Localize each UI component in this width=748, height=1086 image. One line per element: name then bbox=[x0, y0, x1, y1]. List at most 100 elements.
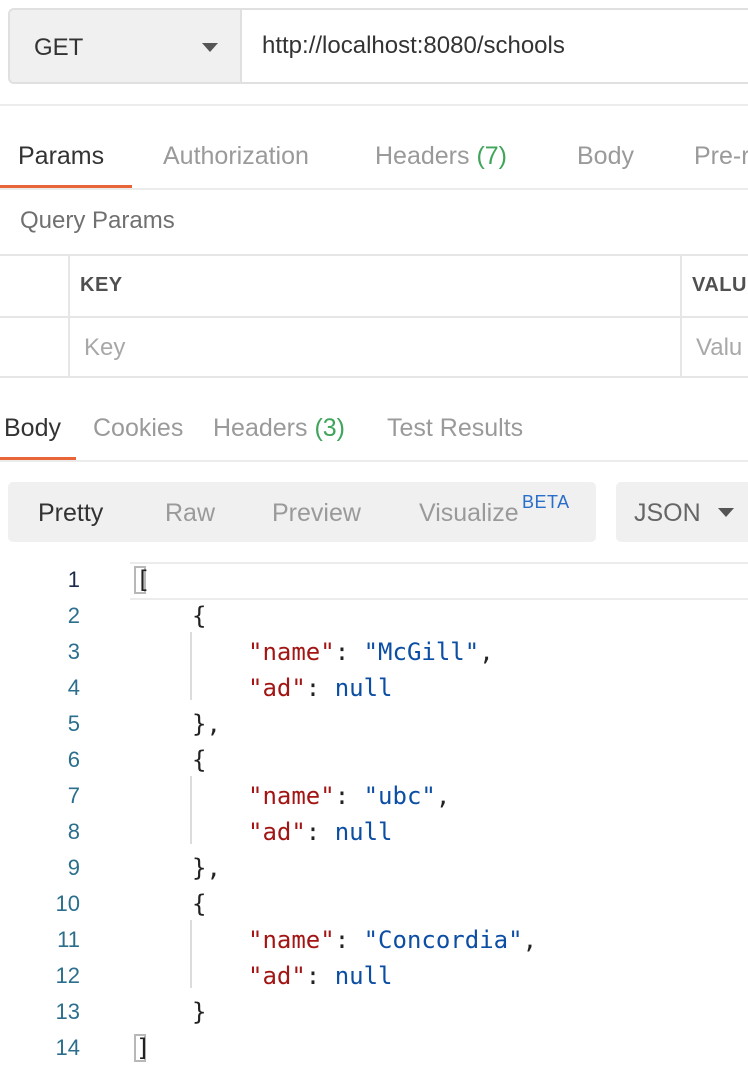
tab-label: Test Results bbox=[387, 414, 524, 442]
view-pretty-button[interactable]: Pretty bbox=[38, 482, 103, 542]
line-number: 13 bbox=[55, 999, 80, 1024]
line-number: 12 bbox=[55, 963, 80, 988]
code-text: }, bbox=[192, 850, 221, 886]
line-number: 3 bbox=[67, 639, 80, 664]
request-bar: GET http://localhost:8080/schools bbox=[0, 0, 748, 104]
divider bbox=[0, 188, 748, 190]
json-open: { bbox=[192, 602, 207, 630]
code-text: "name": "Concordia", bbox=[248, 922, 537, 958]
json-val: null bbox=[334, 674, 393, 702]
key-input[interactable]: Key bbox=[84, 334, 125, 362]
line-number: 1 bbox=[67, 567, 80, 592]
url-input[interactable]: http://localhost:8080/schools bbox=[240, 8, 748, 84]
line-number: 11 bbox=[57, 927, 80, 952]
tab-body[interactable]: Body bbox=[577, 110, 634, 190]
tab-authorization[interactable]: Authorization bbox=[163, 110, 309, 190]
request-tabs: Params Authorization Headers (7) Body Pr… bbox=[0, 110, 748, 190]
line-number: 7 bbox=[67, 783, 80, 808]
code-line: 11 "name": "Concordia", bbox=[0, 922, 748, 958]
tab-response-headers[interactable]: Headers (3) bbox=[213, 382, 345, 462]
value-input[interactable]: Valu bbox=[696, 334, 742, 362]
tab-response-body[interactable]: Body bbox=[4, 382, 61, 462]
code-line: 7 "name": "ubc", bbox=[0, 778, 748, 814]
json-open: } bbox=[192, 998, 207, 1026]
code-text: }, bbox=[192, 706, 221, 742]
response-body-viewer[interactable]: 1[2{3 "name": "McGill", 4 "ad": null 5}, 6{7 "… bbox=[0, 562, 748, 1086]
json-open: ] bbox=[136, 1034, 151, 1062]
code-line: 12 "ad": null bbox=[0, 958, 748, 994]
line-number: 2 bbox=[67, 603, 80, 628]
format-label: JSON bbox=[634, 499, 701, 527]
code-text: "name": "McGill", bbox=[248, 634, 494, 670]
method-label: GET bbox=[34, 34, 84, 61]
tab-label: Params bbox=[18, 142, 105, 170]
code-line: 9}, bbox=[0, 850, 748, 886]
tab-test-results[interactable]: Test Results bbox=[387, 382, 523, 462]
line-number: 8 bbox=[67, 819, 80, 844]
line-number: 6 bbox=[67, 747, 80, 772]
view-mode-toolbar: Pretty Raw Preview Visualize BETA bbox=[8, 482, 596, 542]
divider bbox=[0, 104, 748, 106]
tab-label: Headers bbox=[375, 142, 470, 170]
json-open: { bbox=[192, 890, 207, 918]
json-close: , bbox=[435, 782, 451, 810]
format-select[interactable]: JSON bbox=[616, 482, 748, 542]
line-number: 14 bbox=[55, 1035, 80, 1060]
tab-headers[interactable]: Headers (7) bbox=[375, 110, 507, 190]
tab-label: Cookies bbox=[93, 414, 184, 442]
json-key: "name" bbox=[248, 638, 335, 666]
headers-count-badge: (3) bbox=[314, 414, 346, 442]
tab-label: Pre-r bbox=[694, 142, 748, 170]
view-raw-button[interactable]: Raw bbox=[165, 482, 215, 542]
json-val: null bbox=[334, 818, 393, 846]
code-text: "ad": null bbox=[248, 958, 393, 994]
code-text: [ bbox=[136, 562, 150, 598]
json-key: "ad" bbox=[248, 674, 306, 702]
table-border bbox=[68, 254, 70, 378]
code-line: 8 "ad": null bbox=[0, 814, 748, 850]
json-val: "ubc" bbox=[363, 782, 436, 810]
code-text: { bbox=[192, 886, 206, 922]
json-key: "name" bbox=[248, 782, 335, 810]
tab-pre-request-script[interactable]: Pre-r bbox=[694, 110, 748, 190]
line-number: 4 bbox=[67, 675, 80, 700]
view-preview-button[interactable]: Preview bbox=[272, 482, 361, 542]
query-params-title: Query Params bbox=[20, 207, 175, 234]
json-open: }, bbox=[192, 854, 221, 882]
params-table: KEY VALUI Key Valu bbox=[0, 254, 748, 378]
column-header-value: VALUI bbox=[692, 274, 748, 296]
json-open: [ bbox=[136, 566, 151, 594]
method-select[interactable]: GET bbox=[8, 8, 240, 84]
code-text: "ad": null bbox=[248, 670, 393, 706]
json-colon: : bbox=[334, 782, 364, 810]
code-line: 2{ bbox=[0, 598, 748, 634]
code-line: 3 "name": "McGill", bbox=[0, 634, 748, 670]
table-border bbox=[680, 254, 682, 378]
tab-label: Body bbox=[577, 142, 634, 170]
view-visualize-button[interactable]: Visualize bbox=[419, 482, 519, 542]
tab-params[interactable]: Params bbox=[18, 110, 104, 190]
line-number: 10 bbox=[55, 891, 80, 916]
json-close: , bbox=[479, 638, 494, 666]
code-line: 14] bbox=[0, 1030, 748, 1066]
line-number: 5 bbox=[67, 711, 80, 736]
json-close: , bbox=[522, 926, 538, 954]
table-border bbox=[0, 254, 748, 256]
code-text: ] bbox=[136, 1030, 150, 1066]
tab-label: Headers bbox=[213, 414, 308, 442]
code-line: 5}, bbox=[0, 706, 748, 742]
tab-cookies[interactable]: Cookies bbox=[93, 382, 183, 462]
headers-count-badge: (7) bbox=[476, 142, 508, 170]
chevron-down-icon bbox=[202, 43, 218, 52]
json-key: "ad" bbox=[248, 962, 306, 990]
json-colon: : bbox=[305, 674, 335, 702]
beta-badge: BETA bbox=[522, 492, 570, 512]
table-border bbox=[0, 316, 748, 318]
chevron-down-icon bbox=[718, 508, 734, 517]
json-colon: : bbox=[334, 926, 364, 954]
divider bbox=[0, 460, 748, 462]
code-line: 4 "ad": null bbox=[0, 670, 748, 706]
code-text: } bbox=[192, 994, 206, 1030]
tab-label: Authorization bbox=[163, 142, 309, 170]
code-line: 13} bbox=[0, 994, 748, 1030]
